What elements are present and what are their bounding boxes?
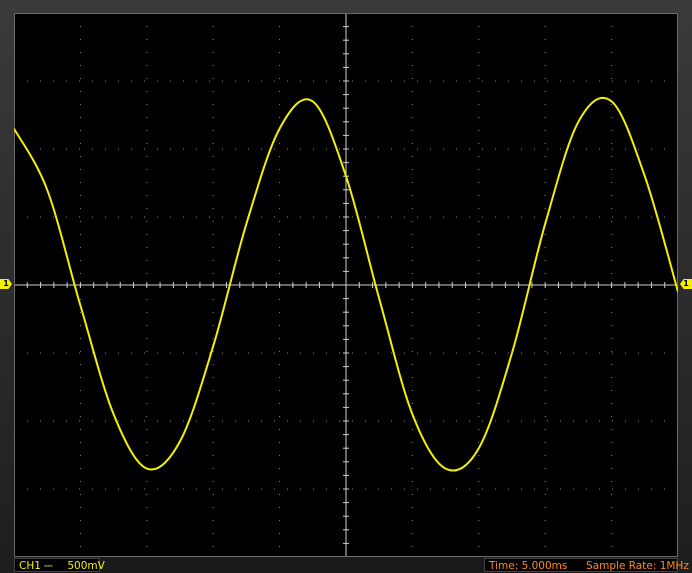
channel-label: CH1: [19, 560, 41, 572]
sample-rate: Sample Rate: 1MHz: [586, 560, 689, 572]
status-bar: CH1 ⎓ 500mV Time: 5.000ms Sample Rate: 1…: [14, 558, 689, 573]
time-per-div: Time: 5.000ms: [489, 560, 568, 572]
oscilloscope-screen: [14, 13, 678, 557]
dc-coupling-icon: ⎓: [44, 560, 53, 572]
timebase-status: Time: 5.000ms Sample Rate: 1MHz: [484, 558, 689, 572]
volts-per-div: 500mV: [67, 560, 105, 572]
channel-status: CH1 ⎓ 500mV: [14, 558, 105, 572]
waveform-plot: [14, 13, 678, 557]
